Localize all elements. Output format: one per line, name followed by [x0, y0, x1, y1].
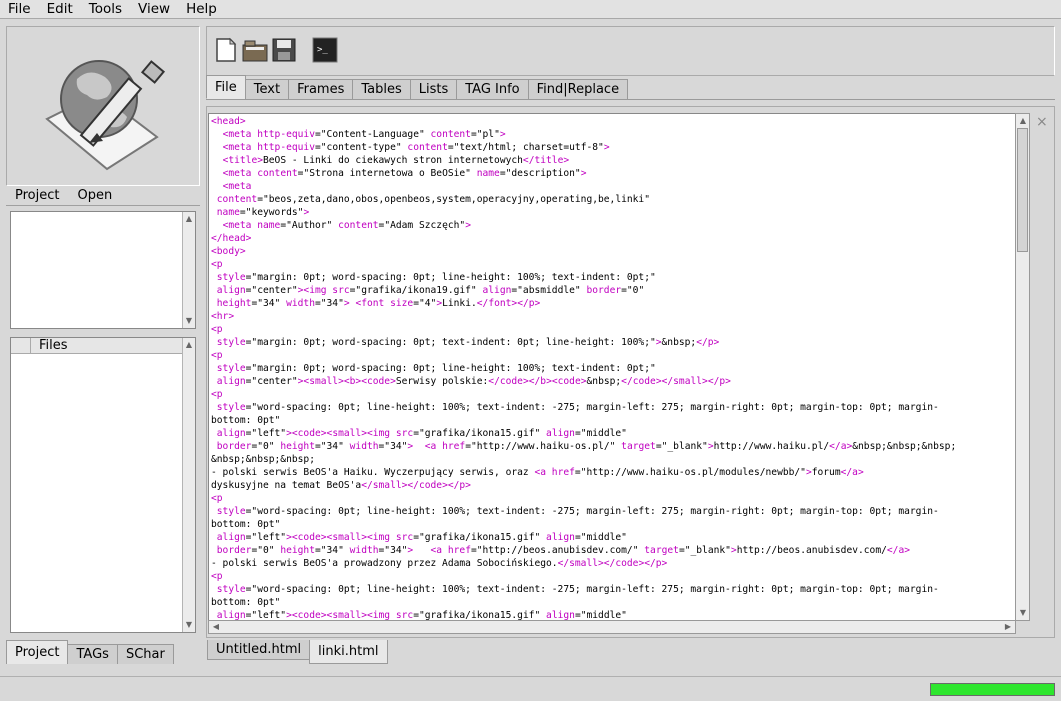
terminal-icon[interactable]: >_ [312, 37, 338, 63]
scroll-up-icon[interactable]: ▲ [183, 339, 195, 351]
code-line[interactable]: <meta [211, 180, 1001, 193]
code-line[interactable]: border="0" height="34" width="34"> <a hr… [211, 544, 1001, 557]
code-line[interactable]: - polski serwis BeOS'a Haiku. Wyczerpują… [211, 466, 1001, 479]
scroll-right-icon[interactable]: ▶ [1002, 621, 1014, 633]
menu-help[interactable]: Help [178, 1, 225, 17]
open-folder-icon[interactable] [242, 37, 268, 63]
code-line[interactable]: &nbsp;&nbsp;&nbsp; [211, 453, 1001, 466]
tab-find-replace[interactable]: Find|Replace [527, 79, 629, 99]
toolbar: >_ [206, 26, 1055, 76]
scroll-up-icon[interactable]: ▲ [183, 213, 195, 225]
code-line[interactable]: <p [211, 388, 1001, 401]
scroll-up-icon[interactable]: ▲ [1017, 115, 1029, 127]
code-line[interactable]: name="keywords"> [211, 206, 1001, 219]
progress-fill [931, 684, 1054, 695]
tab-project-view[interactable]: Project [6, 188, 68, 203]
files-list-scrollbar[interactable]: ▲ ▼ [182, 338, 195, 632]
files-column-label: Files [39, 338, 68, 353]
tab-linki-html[interactable]: linki.html [309, 640, 388, 664]
code-line[interactable]: style="word-spacing: 0pt; line-height: 1… [211, 505, 1001, 518]
globe-pencil-logo-icon [45, 60, 166, 171]
scroll-thumb[interactable] [1017, 128, 1028, 252]
code-line[interactable]: <p [211, 258, 1001, 271]
code-line[interactable]: style="margin: 0pt; word-spacing: 0pt; l… [211, 362, 1001, 375]
tab-open-view[interactable]: Open [68, 188, 121, 203]
app-logo-panel [6, 26, 200, 186]
code-line[interactable]: <p [211, 492, 1001, 505]
menu-bar: File Edit Tools View Help [0, 0, 1061, 19]
tab-text[interactable]: Text [244, 79, 290, 99]
project-list[interactable]: ▲ ▼ [10, 211, 196, 329]
code-line[interactable]: <meta name="Author" content="Adam Szczęc… [211, 219, 1001, 232]
svg-text:>_: >_ [317, 45, 328, 55]
scroll-down-icon[interactable]: ▼ [1017, 607, 1029, 619]
tab-lists[interactable]: Lists [409, 79, 458, 99]
code-text[interactable]: <head> <meta http-equiv="Content-Languag… [211, 115, 1001, 620]
code-line[interactable]: border="0" height="34" width="34"> <a hr… [211, 440, 1001, 453]
code-line[interactable]: align="center"><img src="grafika/ikona19… [211, 284, 1001, 297]
code-editor[interactable]: <head> <meta http-equiv="Content-Languag… [208, 113, 1016, 621]
left-pane: Project Open ▲ ▼ Files ▲ ▼ Project TAGs … [6, 26, 200, 664]
new-document-icon[interactable] [213, 37, 239, 63]
scroll-down-icon[interactable]: ▼ [183, 619, 195, 631]
close-icon[interactable]: × [1036, 114, 1048, 130]
code-line[interactable]: <meta content="Strona internetowa o BeOS… [211, 167, 1001, 180]
project-list-scrollbar[interactable]: ▲ ▼ [182, 212, 195, 328]
code-line[interactable]: <body> [211, 245, 1001, 258]
left-bottom-tabs: Project TAGs SChar [6, 640, 200, 664]
code-line[interactable]: <p [211, 349, 1001, 362]
tab-frames[interactable]: Frames [288, 79, 354, 99]
code-line[interactable]: style="margin: 0pt; word-spacing: 0pt; t… [211, 336, 1001, 349]
menu-tools[interactable]: Tools [81, 1, 130, 17]
code-line[interactable]: <p [211, 570, 1001, 583]
scroll-left-icon[interactable]: ◀ [210, 621, 222, 633]
code-line[interactable]: </head> [211, 232, 1001, 245]
editor-vertical-scrollbar[interactable]: ▲ ▼ [1015, 113, 1030, 621]
code-line[interactable]: <hr> [211, 310, 1001, 323]
progress-bar [930, 683, 1055, 696]
code-line[interactable]: style="margin: 0pt; word-spacing: 0pt; l… [211, 271, 1001, 284]
tab-file[interactable]: File [206, 75, 246, 99]
editor-horizontal-scrollbar[interactable]: ◀ ▶ [208, 620, 1016, 634]
tab-untitled-html[interactable]: Untitled.html [207, 640, 311, 660]
files-column-header[interactable]: Files [11, 338, 182, 354]
code-line[interactable]: <meta http-equiv="Content-Language" cont… [211, 128, 1001, 141]
code-line[interactable]: bottom: 0pt" [211, 414, 1001, 427]
code-line[interactable]: <head> [211, 115, 1001, 128]
status-bar [0, 676, 1061, 701]
tab-project[interactable]: Project [6, 640, 69, 664]
menu-view[interactable]: View [130, 1, 178, 17]
code-line[interactable]: align="left"><code><small><img src="graf… [211, 427, 1001, 440]
code-line[interactable]: align="left"><code><small><img src="graf… [211, 531, 1001, 544]
files-list[interactable]: Files ▲ ▼ [10, 337, 196, 633]
document-tabs: Untitled.html linki.html [207, 640, 1056, 664]
tab-tables[interactable]: Tables [352, 79, 411, 99]
menu-edit[interactable]: Edit [39, 1, 81, 17]
code-line[interactable]: height="34" width="34"> <font size="4">L… [211, 297, 1001, 310]
code-line[interactable]: dyskusyjne na temat BeOS'a</small></code… [211, 479, 1001, 492]
format-tabs: File Text Frames Tables Lists TAG Info F… [206, 75, 1055, 100]
tab-tag-info[interactable]: TAG Info [456, 79, 529, 99]
code-line[interactable]: - polski serwis BeOS'a prowadzony przez … [211, 557, 1001, 570]
code-line[interactable]: align="center"><small><b><code>Serwisy p… [211, 375, 1001, 388]
code-line[interactable]: <title>BeOS - Linki do ciekawych stron i… [211, 154, 1001, 167]
menu-file[interactable]: File [0, 1, 39, 17]
code-line[interactable]: content="beos,zeta,dano,obos,openbeos,sy… [211, 193, 1001, 206]
code-line[interactable]: style="word-spacing: 0pt; line-height: 1… [211, 583, 1001, 596]
save-icon[interactable] [271, 37, 297, 63]
code-line[interactable]: style="word-spacing: 0pt; line-height: 1… [211, 401, 1001, 414]
code-line[interactable]: <p [211, 323, 1001, 336]
tab-schar[interactable]: SChar [116, 644, 174, 664]
scroll-down-icon[interactable]: ▼ [183, 315, 195, 327]
tab-tags[interactable]: TAGs [67, 644, 118, 664]
code-line[interactable]: bottom: 0pt" [211, 596, 1001, 609]
code-line[interactable]: <meta http-equiv="content-type" content=… [211, 141, 1001, 154]
project-open-tabs: Project Open [6, 186, 200, 206]
code-line[interactable]: bottom: 0pt" [211, 518, 1001, 531]
